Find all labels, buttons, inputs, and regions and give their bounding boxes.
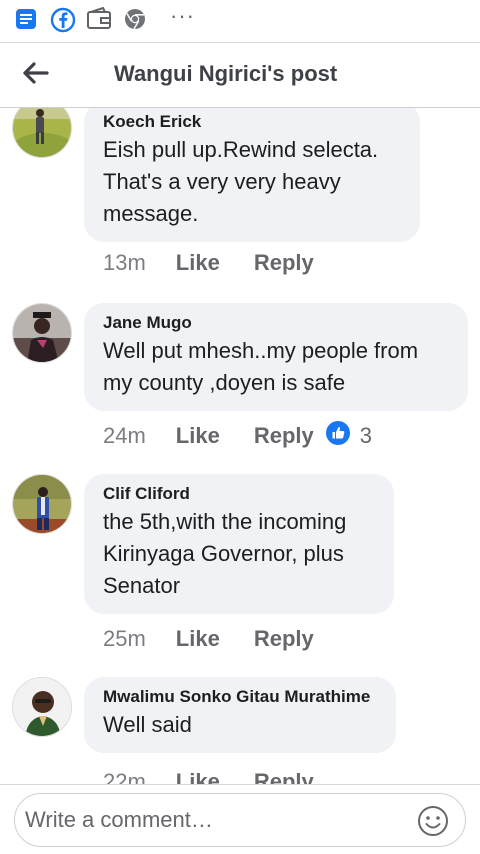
like-reaction-icon [325,421,350,451]
app-header: Wangui Ngirici's post [0,42,480,108]
comment-author[interactable]: Jane Mugo [103,313,448,333]
avatar[interactable] [12,108,72,158]
like-button[interactable]: Like [176,626,220,652]
comment-time: 22m [103,769,146,784]
comment-text: the 5th,with the incoming Kirinyaga Gove… [103,509,347,598]
avatar[interactable] [12,677,72,737]
wallet-icon [86,6,112,36]
screen: ··· Wangui Ngirici's post Koech Erick Ei… [0,0,480,854]
emoji-icon[interactable] [417,805,449,837]
like-button[interactable]: Like [176,769,220,784]
more-dots-icon: ··· [170,3,195,28]
comment-meta: 22m Like Reply [103,769,314,784]
reaction-summary[interactable]: 3 [325,421,372,451]
reply-button[interactable]: Reply [254,250,314,276]
comment-author[interactable]: Mwalimu Sonko Gitau Murathime [103,687,376,707]
comment-time: 24m [103,423,146,448]
comment-meta: 13m Like Reply [103,250,314,276]
reply-button[interactable]: Reply [254,626,314,652]
comment-composer[interactable] [14,793,466,847]
comment-time: 13m [103,250,146,275]
comment-input[interactable] [25,802,405,838]
back-button[interactable] [16,55,56,95]
comment-bubble[interactable]: Jane Mugo Well put mhesh..my people from… [84,303,468,411]
back-arrow-icon [23,61,49,89]
page-title: Wangui Ngirici's post [114,61,338,86]
comment-bubble[interactable]: Koech Erick Eish pull up.Rewind selecta.… [84,108,420,242]
comment-text: Well put mhesh..my people from my county… [103,338,419,395]
like-button[interactable]: Like [176,423,220,449]
reply-button[interactable]: Reply [254,769,314,784]
comment-meta: 25m Like Reply [103,626,314,652]
notes-icon [14,7,38,36]
comment-text: Eish pull up.Rewind selecta. That's a ve… [103,137,379,226]
reaction-count: 3 [359,423,372,448]
comment-text: Well said [103,712,192,737]
status-bar: ··· [0,0,480,38]
avatar[interactable] [12,474,72,534]
comment-bubble[interactable]: Clif Cliford the 5th,with the incoming K… [84,474,394,614]
reply-button[interactable]: Reply [254,423,314,449]
comment-time: 25m [103,626,146,651]
comment-author[interactable]: Koech Erick [103,112,400,132]
comment-bubble[interactable]: Mwalimu Sonko Gitau Murathime Well said [84,677,396,753]
like-button[interactable]: Like [176,250,220,276]
avatar[interactable] [12,303,72,363]
comment-author[interactable]: Clif Cliford [103,484,374,504]
facebook-icon [50,7,76,38]
comment-list[interactable]: Koech Erick Eish pull up.Rewind selecta.… [0,108,480,784]
comment-composer-bar [0,784,480,854]
chrome-icon [123,7,147,36]
comment-meta: 24m Like Reply 3 [103,421,372,451]
